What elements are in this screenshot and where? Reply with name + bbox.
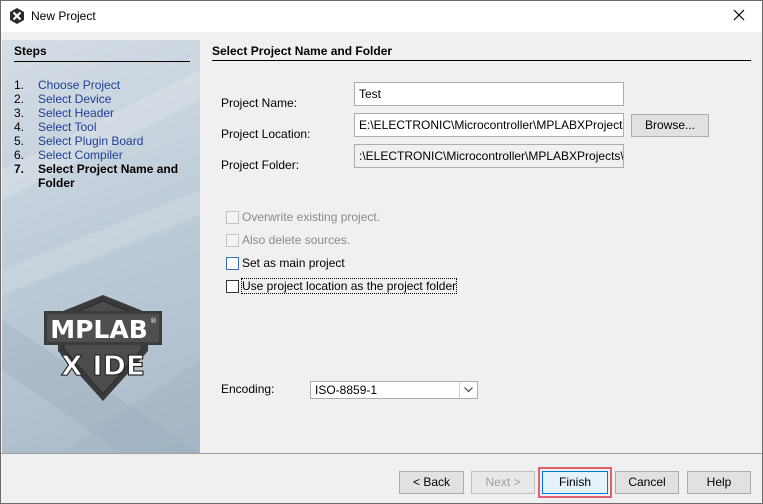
step-number: 1. [14,78,25,92]
step-label: Select Device [38,92,112,106]
help-button[interactable]: Help [687,471,751,494]
project-location-label: Project Location: [221,127,311,141]
step-number: 3. [14,106,25,120]
steps-list: 1. Choose Project 2. Select Device 3. Selec… [14,78,194,190]
svg-text:MPLAB: MPLAB [50,315,148,344]
main-project-checkbox[interactable] [226,256,239,270]
mplab-x-icon [9,8,25,24]
button-bar: < Back Next > Finish Cancel Help [1,453,762,503]
encoding-select[interactable]: ISO-8859-1 [310,381,478,399]
delete-sources-checkbox [226,233,239,247]
step-item: 3. Select Header [14,106,194,120]
panel-title: Select Project Name and Folder [212,44,393,58]
browse-button[interactable]: Browse... [631,114,709,137]
step-number: 5. [14,134,25,148]
close-button[interactable] [716,1,762,32]
panel-divider [212,60,751,61]
step-number: 2. [14,92,25,106]
use-location-label[interactable]: Use project location as the project fold… [240,278,458,294]
overwrite-label: Overwrite existing project. [242,210,381,224]
step-number: 7. [14,162,25,176]
project-name-panel: Select Project Name and Folder Project N… [201,40,762,453]
main-project-label[interactable]: Set as main project [242,256,345,270]
next-button[interactable]: Next > [471,471,535,494]
mplab-x-ide-logo: MPLAB ® X IDE [44,295,162,401]
encoding-label: Encoding: [221,382,275,396]
title-bar: New Project [1,1,762,32]
close-icon [733,9,745,24]
back-button[interactable]: < Back [399,471,464,494]
step-item-current: 7. Select Project Name and Folder [14,162,194,190]
chevron-down-icon[interactable] [459,382,477,398]
svg-text:X IDE: X IDE [61,349,145,382]
use-location-option[interactable]: Use project location as the project fold… [226,278,458,294]
window-title: New Project [31,9,96,23]
main-project-option[interactable]: Set as main project [226,255,345,271]
step-label: Choose Project [38,78,121,92]
finish-button[interactable]: Finish [542,471,608,494]
project-folder-field: :\ELECTRONIC\Microcontroller\MPLABXProje… [354,144,624,168]
step-number: 6. [14,148,25,162]
project-folder-label: Project Folder: [221,158,300,172]
cancel-button[interactable]: Cancel [615,471,679,494]
delete-sources-label: Also delete sources. [242,233,351,247]
step-item: 6. Select Compiler [14,148,194,162]
dialog-content: Steps 1. Choose Project 2. Select Device 3… [1,32,762,453]
step-label: Select Project Name and Folder [38,162,179,190]
step-item: 2. Select Device [14,92,194,106]
step-item: 5. Select Plugin Board [14,134,194,148]
step-item: 1. Choose Project [14,78,194,92]
step-label: Select Plugin Board [38,134,144,148]
encoding-value: ISO-8859-1 [315,383,378,397]
overwrite-option: Overwrite existing project. [226,209,380,225]
delete-sources-option: Also delete sources. [226,232,350,248]
steps-title: Steps [14,44,47,58]
step-label: Select Header [38,106,115,120]
step-number: 4. [14,120,25,134]
step-item: 4. Select Tool [14,120,194,134]
project-name-label: Project Name: [221,96,298,110]
project-location-input[interactable]: E:\ELECTRONIC\Microcontroller\MPLABXProj… [354,113,624,137]
overwrite-checkbox [226,210,239,224]
project-name-input[interactable]: Test [354,82,624,106]
steps-divider [14,61,190,62]
step-label: Select Tool [38,120,97,134]
steps-panel: Steps 1. Choose Project 2. Select Device 3… [2,40,200,453]
step-label: Select Compiler [38,148,123,162]
new-project-dialog: New Project Steps 1. Choose Project 2. Sel… [0,0,763,504]
use-location-checkbox[interactable] [226,279,239,293]
svg-text:®: ® [150,317,157,325]
